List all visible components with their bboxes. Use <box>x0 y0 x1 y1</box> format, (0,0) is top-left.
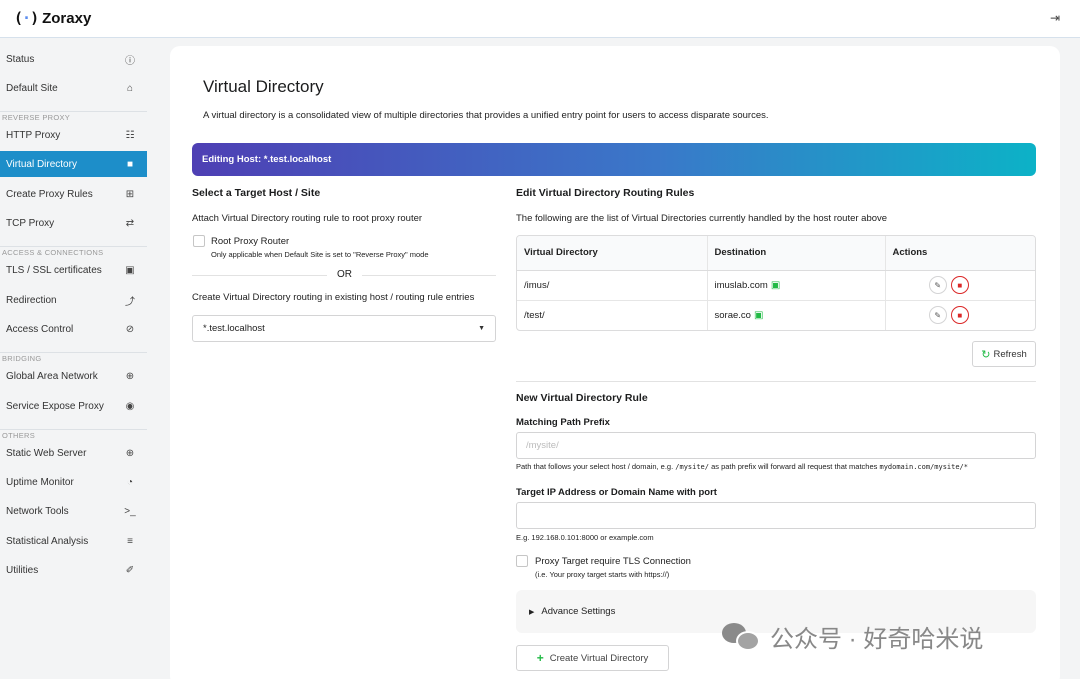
lock-icon: ▣ <box>753 309 764 321</box>
refresh-button[interactable]: ↻ Refresh <box>972 341 1036 367</box>
exchange-icon: ⇄ <box>125 217 135 229</box>
tls-label[interactable]: Proxy Target require TLS Connection <box>535 556 691 567</box>
selected-host: *.test.localhost <box>203 323 265 334</box>
target-address-label: Target IP Address or Domain Name with po… <box>516 487 717 498</box>
watermark: 公众号 · 好奇哈米说 <box>722 619 983 654</box>
sidebar-item-service-expose-proxy[interactable]: Service Expose Proxy ◉ <box>0 393 147 419</box>
main-card <box>170 46 1060 679</box>
sidebar-section-others: OTHERS <box>0 429 147 440</box>
matching-path-label: Matching Path Prefix <box>516 417 610 428</box>
caret-right-icon: ▶ <box>529 608 535 616</box>
zoraxy-logo-icon: (·) <box>14 9 39 27</box>
column-header-destination: Destination <box>706 236 885 271</box>
home-icon: ⌂ <box>126 82 134 94</box>
sidebar-item-tls-ssl[interactable]: TLS / SSL certificates ▣ <box>0 257 147 283</box>
new-rule-title: New Virtual Directory Rule <box>516 392 648 404</box>
root-proxy-router-checkbox[interactable] <box>193 235 205 247</box>
refresh-icon: ↻ <box>981 348 991 361</box>
sidebar-section-bridging: BRIDGING <box>0 352 147 363</box>
actions-cell: ✎ ■ <box>884 299 1035 330</box>
delete-button[interactable]: ■ <box>950 306 969 325</box>
database-icon: ≡ <box>127 535 133 547</box>
delete-button[interactable]: ■ <box>950 276 969 294</box>
create-virtual-directory-button[interactable]: + Create Virtual Directory <box>516 645 669 671</box>
sidebar-item-uptime-monitor[interactable]: Uptime Monitor ◔ <box>0 469 147 495</box>
section-divider <box>516 381 1036 382</box>
page-description: A virtual directory is a consolidated vi… <box>203 110 769 121</box>
lock-icon: ▣ <box>125 264 135 276</box>
ban-icon: ⊘ <box>125 323 135 335</box>
root-proxy-router-label[interactable]: Root Proxy Router <box>211 236 289 247</box>
target-address-input[interactable] <box>516 502 1036 529</box>
vdir-cell: /imus/ <box>517 269 707 300</box>
sidebar-item-status[interactable]: Status ⓘ <box>0 46 147 72</box>
sidebar-item-default-site[interactable]: Default Site ⌂ <box>0 75 147 101</box>
existing-host-text: Create Virtual Directory routing in exis… <box>192 292 475 303</box>
paperclip-icon: ✐ <box>125 564 135 576</box>
sidebar-item-redirection[interactable]: Redirection ⤴ <box>0 287 147 313</box>
table-row: /imus/ imuslab.com ▣ ✎ ■ <box>517 269 1035 300</box>
editing-host-banner: Editing Host: *.test.localhost <box>192 143 1036 176</box>
matching-path-hint: Path that follows your select host / dom… <box>516 462 968 471</box>
sidebar-section-access-connections: ACCESS & CONNECTIONS <box>0 246 147 257</box>
page-title: Virtual Directory <box>203 77 324 96</box>
target-address-hint: E.g. 192.168.0.101:8000 or example.com <box>516 533 654 542</box>
host-select-dropdown[interactable]: *.test.localhost ▼ <box>192 315 496 342</box>
sign-out-icon[interactable]: ⇥ <box>1050 11 1060 25</box>
brand-logo[interactable]: (·) Zoraxy <box>14 8 91 28</box>
tls-hint: (i.e. Your proxy target starts with http… <box>535 570 670 579</box>
sidebar-item-global-area-network[interactable]: Global Area Network ⊕ <box>0 363 147 389</box>
caret-down-icon: ▼ <box>478 325 485 332</box>
edit-rules-title: Edit Virtual Directory Routing Rules <box>516 187 695 199</box>
info-circle-icon: ⓘ <box>125 55 135 67</box>
podcast-icon: ◉ <box>125 400 135 412</box>
actions-cell: ✎ ■ <box>884 269 1035 300</box>
globe-icon: ⊕ <box>125 447 135 459</box>
edit-button[interactable]: ✎ <box>928 306 947 325</box>
sidebar-item-network-tools[interactable]: Network Tools >_ <box>0 498 147 524</box>
sidebar-item-static-web-server[interactable]: Static Web Server ⊕ <box>0 440 147 466</box>
sidebar-item-statistical-analysis[interactable]: Statistical Analysis ≡ <box>0 528 147 554</box>
folder-icon: ■ <box>126 158 134 170</box>
virtual-directory-table: Virtual Directory Destination Actions /i… <box>516 235 1036 331</box>
destination-cell: imuslab.com ▣ <box>706 269 885 300</box>
table-row: /test/ sorae.co ▣ ✎ ■ <box>517 299 1035 330</box>
destination-cell: sorae.co ▣ <box>706 299 885 330</box>
wechat-icon <box>722 621 762 653</box>
select-target-host-title: Select a Target Host / Site <box>192 187 321 199</box>
column-header-actions: Actions <box>884 236 1035 271</box>
sitemap-icon: ☷ <box>125 129 135 141</box>
level-up-icon: ⤴ <box>125 296 135 308</box>
sidebar-item-tcp-proxy[interactable]: TCP Proxy ⇄ <box>0 210 147 236</box>
plus-icon: + <box>536 651 544 665</box>
sidebar-item-virtual-directory[interactable]: Virtual Directory ■ <box>0 151 147 177</box>
terminal-icon: >_ <box>124 505 136 517</box>
sidebar-section-reverse-proxy: REVERSE PROXY <box>0 111 147 122</box>
edit-button[interactable]: ✎ <box>928 276 947 294</box>
tls-checkbox[interactable] <box>516 555 528 567</box>
edit-rules-subtitle: The following are the list of Virtual Di… <box>516 213 888 224</box>
sidebar-item-http-proxy[interactable]: HTTP Proxy ☷ <box>0 122 147 148</box>
root-proxy-router-hint: Only applicable when Default Site is set… <box>211 250 429 259</box>
sidebar-item-access-control[interactable]: Access Control ⊘ <box>0 316 147 342</box>
sidebar-item-utilities[interactable]: Utilities ✐ <box>0 557 147 583</box>
globe-icon: ⊕ <box>125 370 135 382</box>
vdir-cell: /test/ <box>517 299 707 330</box>
column-header-virtual-directory: Virtual Directory <box>517 236 707 271</box>
or-label: OR <box>327 269 362 280</box>
app-name: Zoraxy <box>42 9 92 27</box>
sidebar: Status ⓘ Default Site ⌂ REVERSE PROXY HT… <box>0 38 147 679</box>
top-bar: (·) Zoraxy ⇥ <box>0 0 1080 38</box>
sidebar-item-create-proxy-rules[interactable]: Create Proxy Rules ⊞ <box>0 181 147 207</box>
matching-path-input[interactable]: /mysite/ <box>516 432 1036 459</box>
lock-icon: ▣ <box>770 279 781 291</box>
clock-icon: ◔ <box>126 476 134 488</box>
attach-root-text: Attach Virtual Directory routing rule to… <box>192 213 423 224</box>
plus-square-icon: ⊞ <box>125 188 135 200</box>
